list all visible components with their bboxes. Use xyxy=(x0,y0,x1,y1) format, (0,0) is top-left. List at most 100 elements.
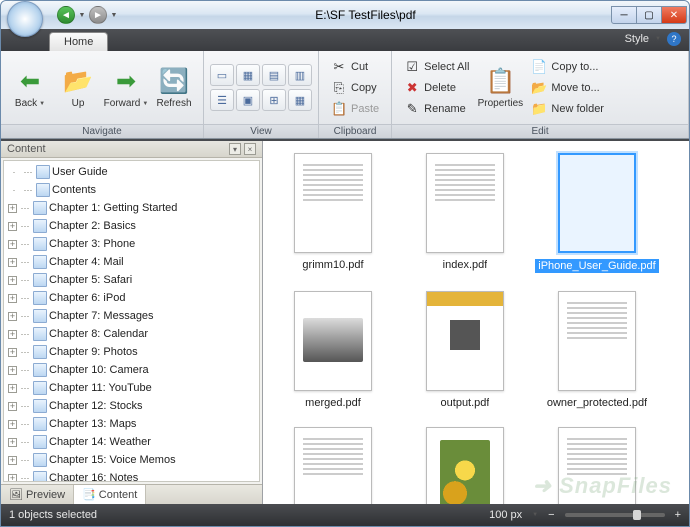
zoom-dropdown-icon[interactable]: ▼ xyxy=(532,512,538,518)
expand-icon[interactable]: + xyxy=(8,384,17,393)
tree-item[interactable]: ·⋯Contents xyxy=(4,181,259,199)
expand-icon[interactable]: + xyxy=(8,366,17,375)
file-item[interactable]: grimm10.pdf xyxy=(267,153,399,273)
expand-icon[interactable]: + xyxy=(8,438,17,447)
tab-home[interactable]: Home xyxy=(49,32,108,51)
copy-to-button[interactable]: 📄Copy to... xyxy=(529,57,606,77)
tree-item[interactable]: +⋯Chapter 13: Maps xyxy=(4,415,259,433)
expand-icon[interactable]: + xyxy=(8,294,17,303)
minimize-button[interactable]: ─ xyxy=(611,6,637,24)
file-item[interactable]: output.pdf xyxy=(399,291,531,409)
expand-icon[interactable]: + xyxy=(8,312,17,321)
panel-dropdown-icon[interactable]: ▾ xyxy=(229,143,241,155)
clipboard-icon: 📋 xyxy=(331,101,347,117)
expand-icon[interactable]: + xyxy=(8,348,17,357)
tree-item[interactable]: +⋯Chapter 2: Basics xyxy=(4,217,259,235)
history-back-dropdown[interactable]: ▼ xyxy=(77,6,87,24)
view-mode-1[interactable]: ▭ xyxy=(210,64,234,86)
view-mode-8[interactable]: ▦ xyxy=(288,89,312,111)
tree-item-label: Chapter 12: Stocks xyxy=(49,400,143,412)
ribbon-tab-row: Home Style ▼ ? xyxy=(1,29,689,51)
tree-item[interactable]: +⋯Chapter 6: iPod xyxy=(4,289,259,307)
app-menu-orb[interactable] xyxy=(7,1,43,37)
view-mode-6[interactable]: ▣ xyxy=(236,89,260,111)
paste-button[interactable]: 📋Paste xyxy=(329,99,381,119)
view-mode-4[interactable]: ▥ xyxy=(288,64,312,86)
view-mode-5[interactable]: ☰ xyxy=(210,89,234,111)
file-item[interactable]: merged.pdf xyxy=(267,291,399,409)
page-icon xyxy=(33,435,47,449)
close-button[interactable]: ✕ xyxy=(661,6,687,24)
tree-item[interactable]: +⋯Chapter 8: Calendar xyxy=(4,325,259,343)
style-menu[interactable]: Style xyxy=(625,33,649,45)
view-mode-3[interactable]: ▤ xyxy=(262,64,286,86)
tree-item-label: Chapter 11: YouTube xyxy=(49,382,152,394)
properties-button[interactable]: 📋Properties xyxy=(477,64,523,111)
file-item[interactable]: index.pdf xyxy=(399,153,531,273)
history-forward-button[interactable]: ► xyxy=(89,6,107,24)
tree-item[interactable]: +⋯Chapter 5: Safari xyxy=(4,271,259,289)
expand-icon[interactable]: + xyxy=(8,240,17,249)
tree-item[interactable]: +⋯Chapter 14: Weather xyxy=(4,433,259,451)
tree-item[interactable]: +⋯Chapter 3: Phone xyxy=(4,235,259,253)
tree-item-label: Chapter 14: Weather xyxy=(49,436,151,448)
tab-preview[interactable]: 🖼Preview xyxy=(1,485,74,504)
new-folder-button[interactable]: 📁New folder xyxy=(529,99,606,119)
file-item[interactable]: photos.pdf xyxy=(399,427,531,504)
tree-item[interactable]: +⋯Chapter 9: Photos xyxy=(4,343,259,361)
expand-icon[interactable]: + xyxy=(8,204,17,213)
tree-item[interactable]: +⋯Chapter 11: YouTube xyxy=(4,379,259,397)
status-bar: 1 objects selected 100 px ▼ − + xyxy=(1,504,689,526)
view-mode-7[interactable]: ⊞ xyxy=(262,89,286,111)
expand-icon[interactable]: + xyxy=(8,474,17,483)
up-button[interactable]: 📂Up xyxy=(55,64,101,111)
delete-button[interactable]: ✖Delete xyxy=(402,78,471,98)
tree-item[interactable]: ·⋯User Guide xyxy=(4,163,259,181)
expand-icon[interactable]: + xyxy=(8,456,17,465)
tree-item[interactable]: +⋯Chapter 10: Camera xyxy=(4,361,259,379)
zoom-out-icon[interactable]: − xyxy=(548,509,554,521)
refresh-button[interactable]: 🔄Refresh xyxy=(151,64,197,111)
tree-item[interactable]: +⋯Chapter 1: Getting Started xyxy=(4,199,259,217)
panel-close-icon[interactable]: × xyxy=(244,143,256,155)
expand-icon[interactable]: + xyxy=(8,222,17,231)
file-view[interactable]: grimm10.pdfindex.pdfiPhone_User_Guide.pd… xyxy=(263,141,689,504)
zoom-slider[interactable] xyxy=(565,513,665,517)
history-back-button[interactable]: ◄ xyxy=(57,6,75,24)
tree-item[interactable]: +⋯Chapter 16: Notes xyxy=(4,469,259,482)
file-item[interactable]: owner_protected_NoRes... xyxy=(267,427,399,504)
view-mode-2[interactable]: ▦ xyxy=(236,64,260,86)
forward-button[interactable]: ➡Forward▼ xyxy=(103,64,149,111)
back-button[interactable]: ⬅Back▼ xyxy=(7,64,53,111)
file-item[interactable]: iPhone_User_Guide.pdf xyxy=(531,153,663,273)
file-name: output.pdf xyxy=(441,397,490,409)
copy-button[interactable]: ⎘Copy xyxy=(329,78,381,98)
maximize-button[interactable]: ▢ xyxy=(636,6,662,24)
expand-icon[interactable]: + xyxy=(8,330,17,339)
tree-item[interactable]: +⋯Chapter 7: Messages xyxy=(4,307,259,325)
tree-item[interactable]: +⋯Chapter 15: Voice Memos xyxy=(4,451,259,469)
expand-icon[interactable]: + xyxy=(8,420,17,429)
move-to-button[interactable]: 📂Move to... xyxy=(529,78,606,98)
zoom-in-icon[interactable]: + xyxy=(675,509,681,521)
expand-icon[interactable]: + xyxy=(8,402,17,411)
tab-content[interactable]: 📑Content xyxy=(74,485,146,504)
expand-icon[interactable]: + xyxy=(8,258,17,267)
folder-up-icon: 📂 xyxy=(63,66,93,96)
file-item[interactable]: pride and prejudice.pdf xyxy=(531,427,663,504)
tree-item-label: Chapter 15: Voice Memos xyxy=(49,454,176,466)
group-edit: ☑Select All ✖Delete ✎Rename 📋Properties … xyxy=(392,51,689,138)
content-tree[interactable]: ·⋯User Guide·⋯Contents+⋯Chapter 1: Getti… xyxy=(3,160,260,482)
tree-item[interactable]: +⋯ Chapter 12: Stocks xyxy=(4,397,259,415)
help-icon[interactable]: ? xyxy=(667,32,681,46)
select-all-button[interactable]: ☑Select All xyxy=(402,57,471,77)
tree-item[interactable]: +⋯Chapter 4: Mail xyxy=(4,253,259,271)
tree-connector-icon: ⋯ xyxy=(19,239,31,250)
rename-button[interactable]: ✎Rename xyxy=(402,99,471,119)
cut-button[interactable]: ✂Cut xyxy=(329,57,381,77)
tree-connector-icon: ⋯ xyxy=(19,401,31,412)
expand-icon[interactable]: + xyxy=(8,276,17,285)
tree-item-label: Chapter 10: Camera xyxy=(49,364,149,376)
file-item[interactable]: owner_protected.pdf xyxy=(531,291,663,409)
history-forward-dropdown[interactable]: ▼ xyxy=(109,6,119,24)
